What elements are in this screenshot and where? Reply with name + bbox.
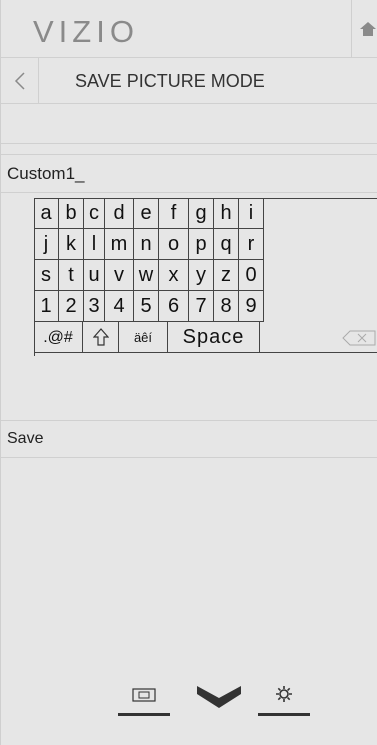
key-l[interactable]: l bbox=[84, 229, 105, 260]
key-8[interactable]: 8 bbox=[214, 291, 239, 322]
settings-button[interactable] bbox=[258, 680, 310, 716]
key-k[interactable]: k bbox=[59, 229, 84, 260]
home-icon bbox=[360, 22, 376, 36]
vizio-v-icon bbox=[197, 686, 241, 708]
key-0[interactable]: 0 bbox=[239, 260, 264, 291]
back-button[interactable] bbox=[1, 58, 39, 104]
key-g[interactable]: g bbox=[189, 198, 214, 229]
key-s[interactable]: s bbox=[34, 260, 59, 291]
key-h[interactable]: h bbox=[214, 198, 239, 229]
key-v[interactable]: v bbox=[105, 260, 134, 291]
key-z[interactable]: z bbox=[214, 260, 239, 291]
vizio-logo: VIZIO bbox=[33, 14, 139, 49]
settings-gear-icon bbox=[276, 686, 292, 702]
key-i[interactable]: i bbox=[239, 198, 264, 229]
key-b[interactable]: b bbox=[59, 198, 84, 229]
input-button[interactable] bbox=[118, 680, 170, 716]
key-q[interactable]: q bbox=[214, 229, 239, 260]
key-5[interactable]: 5 bbox=[134, 291, 159, 322]
key-p[interactable]: p bbox=[189, 229, 214, 260]
key-f[interactable]: f bbox=[159, 198, 189, 229]
title-bar: SAVE PICTURE MODE bbox=[1, 58, 377, 104]
key-4[interactable]: 4 bbox=[105, 291, 134, 322]
key-2[interactable]: 2 bbox=[59, 291, 84, 322]
key-m[interactable]: m bbox=[105, 229, 134, 260]
space-key[interactable]: Space bbox=[168, 322, 260, 353]
name-input-field[interactable]: Custom1_ bbox=[1, 154, 377, 193]
vizio-menu-button[interactable] bbox=[195, 680, 243, 716]
key-x[interactable]: x bbox=[159, 260, 189, 291]
home-button[interactable] bbox=[351, 0, 377, 58]
input-icon bbox=[132, 688, 156, 702]
keyboard-row-5: .@# äêí Space bbox=[34, 322, 377, 353]
shift-icon bbox=[93, 328, 109, 346]
key-6[interactable]: 6 bbox=[159, 291, 189, 322]
key-1[interactable]: 1 bbox=[34, 291, 59, 322]
key-w[interactable]: w bbox=[134, 260, 159, 291]
key-u[interactable]: u bbox=[84, 260, 105, 291]
shift-key[interactable] bbox=[83, 322, 119, 353]
symbols-key[interactable]: .@# bbox=[34, 322, 83, 353]
key-n[interactable]: n bbox=[134, 229, 159, 260]
keyboard-row-2: j k l m n o p q r bbox=[34, 229, 377, 260]
key-o[interactable]: o bbox=[159, 229, 189, 260]
header: VIZIO bbox=[1, 0, 377, 58]
backspace-icon bbox=[342, 330, 376, 346]
key-a[interactable]: a bbox=[34, 198, 59, 229]
settings-underline bbox=[258, 713, 310, 716]
key-7[interactable]: 7 bbox=[189, 291, 214, 322]
name-input-value: Custom1_ bbox=[7, 164, 85, 183]
key-j[interactable]: j bbox=[34, 229, 59, 260]
save-label: Save bbox=[7, 430, 44, 447]
keyboard-row-3: s t u v w x y z 0 bbox=[34, 260, 377, 291]
key-e[interactable]: e bbox=[134, 198, 159, 229]
key-t[interactable]: t bbox=[59, 260, 84, 291]
input-underline bbox=[118, 713, 170, 716]
save-button[interactable]: Save bbox=[1, 420, 377, 458]
key-d[interactable]: d bbox=[105, 198, 134, 229]
back-arrow-icon bbox=[14, 72, 25, 90]
bottom-toolbar bbox=[1, 680, 377, 730]
key-3[interactable]: 3 bbox=[84, 291, 105, 322]
key-9[interactable]: 9 bbox=[239, 291, 264, 322]
blank-row bbox=[1, 104, 377, 144]
accents-key[interactable]: äêí bbox=[119, 322, 168, 353]
key-y[interactable]: y bbox=[189, 260, 214, 291]
backspace-key[interactable] bbox=[260, 322, 377, 353]
keyboard-row-4: 1 2 3 4 5 6 7 8 9 bbox=[34, 291, 377, 322]
page-title: SAVE PICTURE MODE bbox=[75, 71, 265, 91]
key-r[interactable]: r bbox=[239, 229, 264, 260]
keyboard-row-1: a b c d e f g h i bbox=[34, 198, 377, 229]
key-c[interactable]: c bbox=[84, 198, 105, 229]
settings-panel: VIZIO SAVE PICTURE MODE Custom1_ a b c d… bbox=[0, 0, 377, 745]
